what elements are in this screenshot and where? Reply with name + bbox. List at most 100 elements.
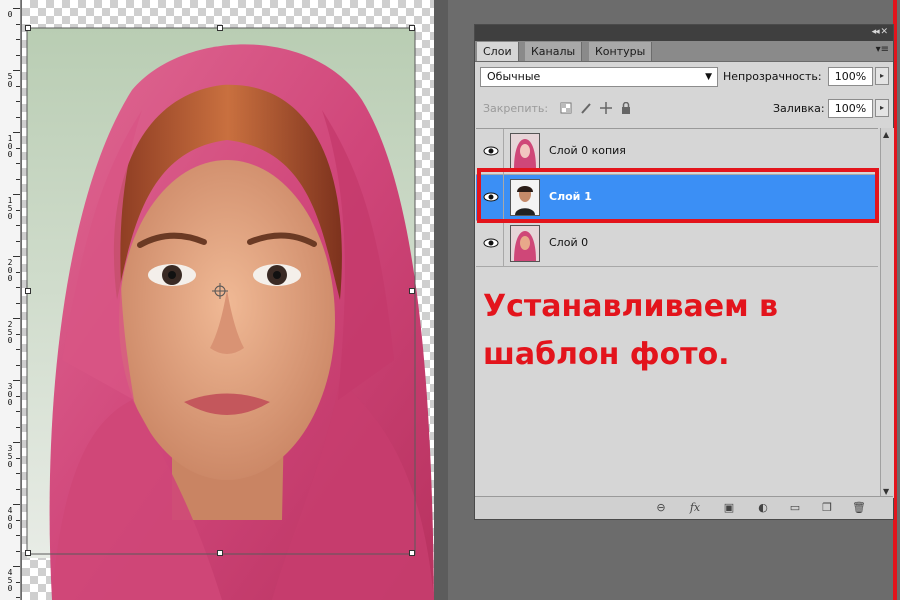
lock-all-padlock-icon[interactable] xyxy=(620,102,632,114)
annotation-line-1: Устанавливаем в xyxy=(483,289,779,324)
new-layer-icon[interactable]: ❐ xyxy=(819,501,835,515)
panel-tabs: Слои Каналы Контуры ▾≡ xyxy=(475,41,893,62)
ruler-label: 100 xyxy=(7,134,13,159)
ruler-tick xyxy=(13,504,20,505)
ruler-tick xyxy=(16,39,20,40)
ruler-tick xyxy=(13,132,20,133)
ruler-tick xyxy=(16,333,20,335)
scroll-up-icon[interactable]: ▲ xyxy=(883,130,889,139)
transform-handle[interactable] xyxy=(217,25,223,31)
transform-handle[interactable] xyxy=(217,550,223,556)
link-icon[interactable]: ⊖ xyxy=(653,501,669,515)
ruler-tick xyxy=(16,23,20,25)
ruler-tick xyxy=(16,535,20,536)
adjustment-icon[interactable]: ◐ xyxy=(755,501,771,515)
blend-mode-value: Обычные xyxy=(487,70,541,83)
annotation-caption: Устанавливаем в шаблон фото. xyxy=(483,283,803,379)
ruler-tick xyxy=(16,519,20,521)
mask-icon[interactable]: ▣ xyxy=(721,501,737,515)
ruler-tick xyxy=(16,85,20,87)
ruler-tick xyxy=(16,302,20,304)
fx-icon[interactable]: fx xyxy=(687,501,703,515)
group-folder-icon[interactable]: ▭ xyxy=(787,501,803,515)
ruler-label: 400 xyxy=(7,506,13,531)
ruler-label: 350 xyxy=(7,444,13,469)
layer-thumbnail xyxy=(510,133,540,170)
layers-scrollbar[interactable]: ▲ ▼ xyxy=(880,128,894,498)
ruler-label: 0 xyxy=(7,10,13,19)
document-canvas-area: 0 50 100 150 200 250 300 350 400 450 xyxy=(0,0,448,600)
portrait-photo xyxy=(26,27,434,600)
ruler-tick xyxy=(16,240,20,242)
ruler-label: 250 xyxy=(7,320,13,345)
ruler-tick xyxy=(13,8,20,9)
ruler-tick xyxy=(13,380,20,381)
blend-mode-select[interactable]: Обычные ▼ xyxy=(480,67,718,87)
layer-name: Слой 0 копия xyxy=(549,144,626,157)
ruler-label: 150 xyxy=(7,196,13,221)
lock-pixels-brush-icon[interactable] xyxy=(580,102,592,114)
fill-label: Заливка: xyxy=(773,102,825,115)
ruler-tick xyxy=(16,101,20,102)
ruler-tick xyxy=(16,597,20,598)
ruler-tick xyxy=(16,163,20,164)
ruler-tick xyxy=(13,194,20,195)
document-canvas[interactable] xyxy=(22,0,434,600)
ruler-tick xyxy=(16,209,20,211)
ruler-label: 450 xyxy=(7,568,13,593)
layers-panel-footer: ⊖ fx ▣ ◐ ▭ ❐ 🗑 xyxy=(475,496,893,519)
ruler-tick xyxy=(16,178,20,180)
ruler-tick xyxy=(16,426,20,428)
layers-panel: ◂◂ ✕ Слои Каналы Контуры ▾≡ Обычные ▼ Не… xyxy=(474,24,894,520)
layer-thumbnail xyxy=(510,225,540,262)
fill-input[interactable]: 100% xyxy=(828,99,873,118)
annotation-line-2: шаблон фото. xyxy=(483,337,730,372)
ruler-tick xyxy=(13,318,20,319)
ruler-tick xyxy=(16,116,20,118)
lock-label: Закрепить: xyxy=(483,102,549,115)
tab-paths[interactable]: Контуры xyxy=(589,42,653,61)
ruler-tick xyxy=(13,566,20,567)
layer-row-layer-0[interactable]: Слой 0 xyxy=(476,221,878,267)
layer-name: Слой 0 xyxy=(549,236,589,249)
transform-handle[interactable] xyxy=(409,550,415,556)
ruler-tick xyxy=(16,411,20,412)
opacity-input[interactable]: 100% xyxy=(828,67,873,86)
panel-title-bar[interactable]: ◂◂ ✕ xyxy=(475,25,893,41)
visibility-toggle[interactable] xyxy=(478,221,504,266)
transform-handle[interactable] xyxy=(409,288,415,294)
panel-menu-icon[interactable]: ▾≡ xyxy=(876,44,889,55)
ruler-tick xyxy=(13,442,20,443)
trash-icon[interactable]: 🗑 xyxy=(851,501,867,515)
ruler-label: 300 xyxy=(7,382,13,407)
ruler-label: 200 xyxy=(7,258,13,283)
ruler-label: 50 xyxy=(7,72,13,89)
ruler-tick xyxy=(16,54,20,56)
fill-slider-button[interactable]: ▸ xyxy=(875,99,889,117)
lock-position-move-icon[interactable] xyxy=(600,102,612,114)
ruler-tick xyxy=(16,457,20,459)
scroll-down-icon[interactable]: ▼ xyxy=(883,487,889,496)
transform-handle[interactable] xyxy=(25,550,31,556)
opacity-slider-button[interactable]: ▸ xyxy=(875,67,889,85)
ruler-tick xyxy=(16,287,20,288)
ruler-tick xyxy=(16,364,20,366)
transform-handle[interactable] xyxy=(25,288,31,294)
ruler-tick xyxy=(16,349,20,350)
eye-icon xyxy=(483,238,499,248)
transform-handle[interactable] xyxy=(25,25,31,31)
canvas-edge xyxy=(434,0,448,600)
collapse-arrows-icon[interactable]: ◂◂ ✕ xyxy=(872,27,888,37)
opacity-label: Непрозрачность: xyxy=(723,70,822,83)
tab-channels[interactable]: Каналы xyxy=(525,42,583,61)
transform-handle[interactable] xyxy=(409,25,415,31)
tab-layers[interactable]: Слои xyxy=(477,42,519,61)
ruler-tick xyxy=(16,225,20,226)
lock-transparency-icon[interactable] xyxy=(560,102,572,114)
ruler-tick xyxy=(13,256,20,257)
ruler-tick xyxy=(16,271,20,273)
vertical-ruler: 0 50 100 150 200 250 300 350 400 450 xyxy=(0,0,21,600)
ruler-tick xyxy=(16,147,20,149)
ruler-tick xyxy=(16,581,20,583)
ruler-tick xyxy=(16,550,20,552)
